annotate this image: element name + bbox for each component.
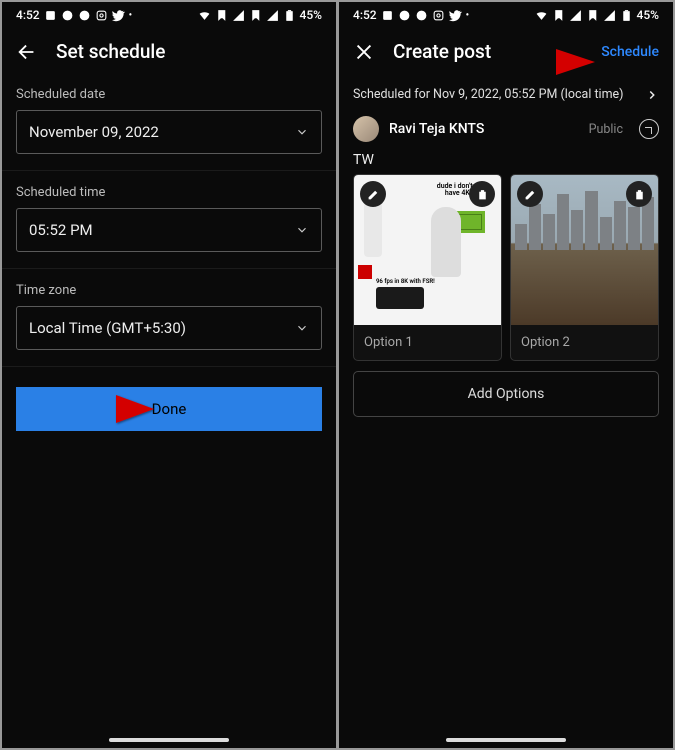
more-dot-icon: • <box>129 10 133 21</box>
volte2-icon <box>586 9 599 22</box>
schedule-link[interactable]: Schedule <box>601 44 659 60</box>
tz-select[interactable]: Local Time (GMT+5:30) <box>16 306 322 350</box>
twitter-icon <box>112 9 125 22</box>
date-select[interactable]: November 09, 2022 <box>16 110 322 154</box>
status-time: 4:52 <box>353 8 377 22</box>
instagram-icon <box>95 9 108 22</box>
signal1-icon <box>232 9 245 22</box>
option2-label: Option 2 <box>511 325 658 360</box>
facebook-icon <box>415 9 428 22</box>
phone-create-post: 4:52 • 45% Create post Schedule Schedule… <box>339 2 673 748</box>
tz-label: Time zone <box>2 275 336 306</box>
chevron-right-icon <box>645 88 659 102</box>
home-indicator[interactable] <box>446 738 566 742</box>
twitter-icon <box>449 9 462 22</box>
amd-logo-icon <box>358 265 372 279</box>
page-title: Set schedule <box>56 40 322 63</box>
time-value: 05:52 PM <box>29 221 93 239</box>
appbar: Create post Schedule <box>339 26 673 79</box>
volte1-icon <box>552 9 565 22</box>
option1-label: Option 1 <box>354 325 501 360</box>
add-options-button[interactable]: Add Options <box>353 371 659 417</box>
username: Ravi Teja KNTS <box>389 121 579 137</box>
battery-icon <box>283 9 296 22</box>
page-title: Create post <box>393 40 583 63</box>
status-bar: 4:52 • 45% <box>2 2 336 26</box>
edit-image-button[interactable] <box>517 181 543 207</box>
battery-pct: 45% <box>300 8 322 22</box>
post-text-input[interactable]: TW <box>339 152 673 174</box>
volte1-icon <box>215 9 228 22</box>
signal2-icon <box>603 9 616 22</box>
facebook-icon <box>78 9 91 22</box>
close-button[interactable] <box>353 41 375 63</box>
chevron-down-icon <box>295 321 309 335</box>
notif-icon <box>44 9 57 22</box>
time-select[interactable]: 05:52 PM <box>16 208 322 252</box>
scheduled-for-row[interactable]: Scheduled for Nov 9, 2022, 05:52 PM (loc… <box>339 79 673 110</box>
date-label: Scheduled date <box>2 79 336 110</box>
scheduled-for-text: Scheduled for Nov 9, 2022, 05:52 PM (loc… <box>353 87 624 102</box>
date-value: November 09, 2022 <box>29 123 159 141</box>
battery-icon <box>620 9 633 22</box>
delete-image-button[interactable] <box>626 181 652 207</box>
option2-image <box>511 175 658 325</box>
more-dot-icon: • <box>466 10 470 21</box>
phone-set-schedule: 4:52 • 45% Set schedule Scheduled date N… <box>2 2 336 748</box>
edit-image-button[interactable] <box>360 181 386 207</box>
chevron-down-icon <box>295 125 309 139</box>
poll-option-2[interactable]: Option 2 <box>510 174 659 361</box>
status-time: 4:52 <box>16 8 40 22</box>
wifi-icon <box>535 9 548 22</box>
time-label: Scheduled time <box>2 177 336 208</box>
chevron-down-icon <box>295 223 309 237</box>
tz-value: Local Time (GMT+5:30) <box>29 319 186 337</box>
schedule-history-icon[interactable] <box>639 119 659 139</box>
notif-icon <box>381 9 394 22</box>
meme-caption: 96 fps in 8K with FSR! <box>376 278 435 285</box>
instagram-icon <box>432 9 445 22</box>
avatar[interactable] <box>353 116 379 142</box>
home-indicator[interactable] <box>109 738 229 742</box>
whatsapp-icon <box>398 9 411 22</box>
poll-options: dude i don't even have 4K yet 96 fps in … <box>339 174 673 361</box>
delete-image-button[interactable] <box>469 181 495 207</box>
wifi-icon <box>198 9 211 22</box>
signal2-icon <box>266 9 279 22</box>
option1-image: dude i don't even have 4K yet 96 fps in … <box>354 175 501 325</box>
appbar: Set schedule <box>2 26 336 79</box>
back-button[interactable] <box>16 41 38 63</box>
poll-option-1[interactable]: dude i don't even have 4K yet 96 fps in … <box>353 174 502 361</box>
whatsapp-icon <box>61 9 74 22</box>
author-row: Ravi Teja KNTS Public <box>339 110 673 152</box>
volte2-icon <box>249 9 262 22</box>
signal1-icon <box>569 9 582 22</box>
status-bar: 4:52 • 45% <box>339 2 673 26</box>
battery-pct: 45% <box>637 8 659 22</box>
visibility-select[interactable]: Public <box>589 122 623 137</box>
done-label: Done <box>152 400 187 418</box>
annotation-arrow-icon <box>26 389 156 429</box>
done-button[interactable]: Done <box>16 387 322 431</box>
